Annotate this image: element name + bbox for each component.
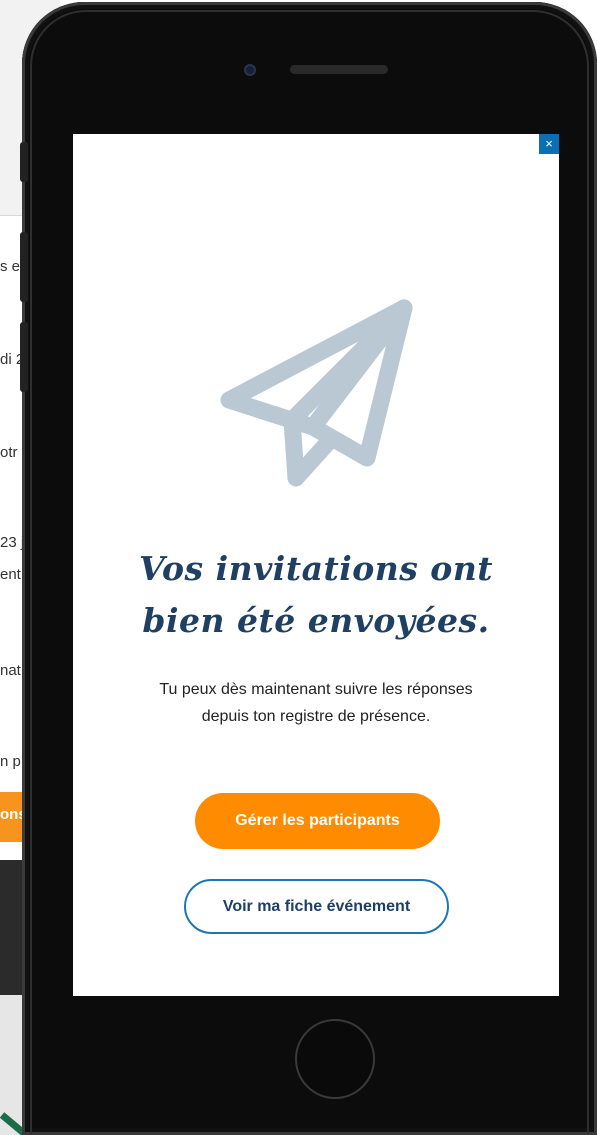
close-button[interactable]: × bbox=[539, 134, 559, 154]
speaker-grille bbox=[290, 65, 388, 74]
success-headline: Vos invitations ont bien été envoyées. bbox=[73, 543, 559, 647]
home-button[interactable] bbox=[295, 1019, 375, 1099]
background-text-line: nat bbox=[0, 662, 21, 679]
subtext-line-1: Tu peux dès maintenant suivre les répons… bbox=[159, 681, 473, 698]
paper-plane-icon bbox=[220, 299, 413, 487]
phone-volume-up bbox=[20, 232, 28, 302]
view-event-page-button[interactable]: Voir ma fiche événement bbox=[184, 879, 449, 934]
headline-line-2: bien été envoyées. bbox=[142, 601, 490, 640]
manage-participants-button[interactable]: Gérer les participants bbox=[195, 793, 440, 849]
phone-volume-down bbox=[20, 322, 28, 392]
front-camera-icon bbox=[244, 64, 256, 76]
background-text-line: s e bbox=[0, 258, 21, 275]
subtext-line-2: depuis ton registre de présence. bbox=[201, 708, 431, 725]
background-text-line: n p bbox=[0, 753, 21, 770]
headline-line-1: Vos invitations ont bbox=[138, 549, 494, 588]
confirmation-modal: × Vos invitations ont bien été envoyées.… bbox=[73, 134, 559, 996]
background-text-line: ent bbox=[0, 566, 21, 583]
background-text-line: 23 j bbox=[0, 534, 25, 551]
success-subtext: Tu peux dès maintenant suivre les répons… bbox=[93, 676, 539, 730]
background-text-line: otr bbox=[0, 444, 18, 461]
phone-mute-switch bbox=[20, 142, 28, 182]
